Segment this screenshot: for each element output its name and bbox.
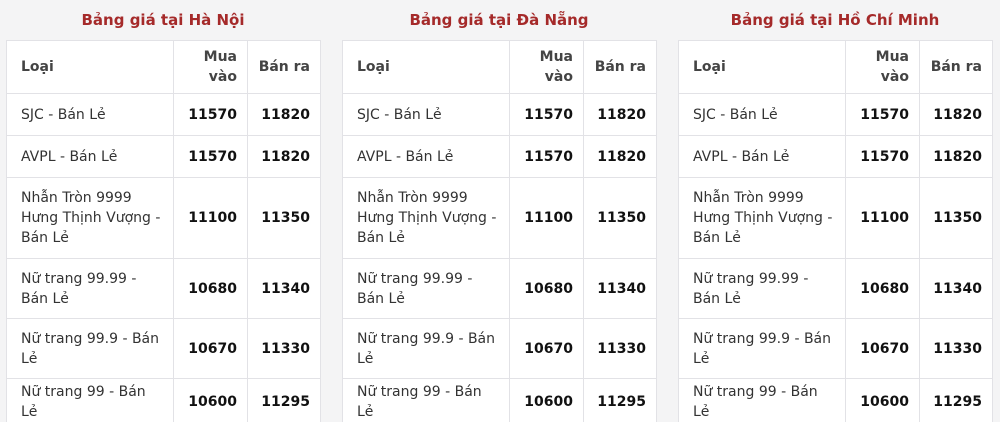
panel-ha-noi: Bảng giá tại Hà Nội Loại Mua vào Bán ra … [6, 0, 321, 422]
row-buy: 10600 [509, 378, 584, 422]
column-header-buy: Mua vào [845, 40, 920, 94]
row-name: Nữ trang 99 - Bán Lẻ [678, 378, 846, 422]
row-buy: 11100 [845, 177, 920, 259]
table-row: Nhẫn Tròn 9999 Hưng Thịnh Vượng - Bán Lẻ… [6, 177, 321, 259]
row-buy: 11570 [509, 135, 584, 178]
table-row: AVPL - Bán Lẻ 11570 11820 [678, 135, 993, 178]
row-sell: 11340 [583, 258, 657, 319]
table-header-row: Loại Mua vào Bán ra [6, 40, 321, 94]
row-name: AVPL - Bán Lẻ [342, 135, 510, 178]
column-header-buy: Mua vào [509, 40, 584, 94]
panel-title: Bảng giá tại Hồ Chí Minh [730, 11, 940, 29]
table-row: Nhẫn Tròn 9999 Hưng Thịnh Vượng - Bán Lẻ… [678, 177, 993, 259]
price-table: Loại Mua vào Bán ra SJC - Bán Lẻ 11570 1… [342, 40, 657, 422]
row-name: AVPL - Bán Lẻ [678, 135, 846, 178]
column-header-type: Loại [342, 40, 510, 94]
row-sell: 11820 [583, 93, 657, 136]
row-buy: 10670 [509, 318, 584, 379]
row-buy: 10680 [845, 258, 920, 319]
table-row: SJC - Bán Lẻ 11570 11820 [342, 93, 657, 136]
table-row: Nữ trang 99.9 - Bán Lẻ 10670 11330 [6, 318, 321, 379]
table-row: AVPL - Bán Lẻ 11570 11820 [6, 135, 321, 178]
table-row: Nữ trang 99.99 - Bán Lẻ 10680 11340 [678, 258, 993, 319]
column-header-sell: Bán ra [247, 40, 321, 94]
row-sell: 11295 [583, 378, 657, 422]
panel-ho-chi-minh: Bảng giá tại Hồ Chí Minh Loại Mua vào Bá… [678, 0, 993, 422]
row-name: Nữ trang 99.9 - Bán Lẻ [6, 318, 174, 379]
table-row: Nữ trang 99 - Bán Lẻ 10600 11295 [6, 378, 321, 422]
row-sell: 11820 [247, 135, 321, 178]
row-sell: 11820 [919, 93, 993, 136]
row-name: SJC - Bán Lẻ [678, 93, 846, 136]
row-sell: 11820 [919, 135, 993, 178]
panel-title: Bảng giá tại Hà Nội [81, 11, 245, 29]
row-buy: 10680 [509, 258, 584, 319]
row-buy: 10670 [173, 318, 248, 379]
row-buy: 11570 [845, 135, 920, 178]
column-header-sell: Bán ra [919, 40, 993, 94]
row-name: Nhẫn Tròn 9999 Hưng Thịnh Vượng - Bán Lẻ [342, 177, 510, 259]
row-sell: 11330 [247, 318, 321, 379]
table-row: SJC - Bán Lẻ 11570 11820 [678, 93, 993, 136]
row-sell: 11330 [919, 318, 993, 379]
row-name: SJC - Bán Lẻ [342, 93, 510, 136]
row-sell: 11350 [919, 177, 993, 259]
table-row: Nữ trang 99.99 - Bán Lẻ 10680 11340 [6, 258, 321, 319]
column-header-buy: Mua vào [173, 40, 248, 94]
row-buy: 11100 [173, 177, 248, 259]
row-name: Nhẫn Tròn 9999 Hưng Thịnh Vượng - Bán Lẻ [678, 177, 846, 259]
row-buy: 11570 [845, 93, 920, 136]
table-row: Nữ trang 99.9 - Bán Lẻ 10670 11330 [342, 318, 657, 379]
row-sell: 11820 [247, 93, 321, 136]
row-name: Nữ trang 99 - Bán Lẻ [6, 378, 174, 422]
row-name: AVPL - Bán Lẻ [6, 135, 174, 178]
table-row: SJC - Bán Lẻ 11570 11820 [6, 93, 321, 136]
row-sell: 11340 [919, 258, 993, 319]
row-sell: 11295 [247, 378, 321, 422]
row-name: Nữ trang 99.99 - Bán Lẻ [342, 258, 510, 319]
panel-da-nang: Bảng giá tại Đà Nẵng Loại Mua vào Bán ra… [342, 0, 657, 422]
price-table: Loại Mua vào Bán ra SJC - Bán Lẻ 11570 1… [678, 40, 993, 422]
row-buy: 11570 [173, 93, 248, 136]
row-buy: 10600 [845, 378, 920, 422]
row-name: Nữ trang 99.99 - Bán Lẻ [678, 258, 846, 319]
table-header-row: Loại Mua vào Bán ra [678, 40, 993, 94]
table-row: AVPL - Bán Lẻ 11570 11820 [342, 135, 657, 178]
row-buy: 11570 [509, 93, 584, 136]
column-header-type: Loại [678, 40, 846, 94]
row-sell: 11330 [583, 318, 657, 379]
price-board: Bảng giá tại Hà Nội Loại Mua vào Bán ra … [0, 0, 1000, 422]
row-name: Nữ trang 99.9 - Bán Lẻ [678, 318, 846, 379]
table-row: Nhẫn Tròn 9999 Hưng Thịnh Vượng - Bán Lẻ… [342, 177, 657, 259]
row-buy: 10680 [173, 258, 248, 319]
price-table: Loại Mua vào Bán ra SJC - Bán Lẻ 11570 1… [6, 40, 321, 422]
row-name: Nữ trang 99.9 - Bán Lẻ [342, 318, 510, 379]
row-name: Nữ trang 99.99 - Bán Lẻ [6, 258, 174, 319]
panel-title: Bảng giá tại Đà Nẵng [409, 11, 589, 29]
table-row: Nữ trang 99 - Bán Lẻ 10600 11295 [342, 378, 657, 422]
row-sell: 11295 [919, 378, 993, 422]
column-header-type: Loại [6, 40, 174, 94]
table-header-row: Loại Mua vào Bán ra [342, 40, 657, 94]
table-row: Nữ trang 99 - Bán Lẻ 10600 11295 [678, 378, 993, 422]
table-row: Nữ trang 99.99 - Bán Lẻ 10680 11340 [342, 258, 657, 319]
row-sell: 11350 [583, 177, 657, 259]
row-name: SJC - Bán Lẻ [6, 93, 174, 136]
row-buy: 11100 [509, 177, 584, 259]
row-name: Nhẫn Tròn 9999 Hưng Thịnh Vượng - Bán Lẻ [6, 177, 174, 259]
row-sell: 11340 [247, 258, 321, 319]
row-buy: 10600 [173, 378, 248, 422]
row-sell: 11350 [247, 177, 321, 259]
row-buy: 10670 [845, 318, 920, 379]
column-header-sell: Bán ra [583, 40, 657, 94]
row-name: Nữ trang 99 - Bán Lẻ [342, 378, 510, 422]
row-buy: 11570 [173, 135, 248, 178]
table-row: Nữ trang 99.9 - Bán Lẻ 10670 11330 [678, 318, 993, 379]
row-sell: 11820 [583, 135, 657, 178]
